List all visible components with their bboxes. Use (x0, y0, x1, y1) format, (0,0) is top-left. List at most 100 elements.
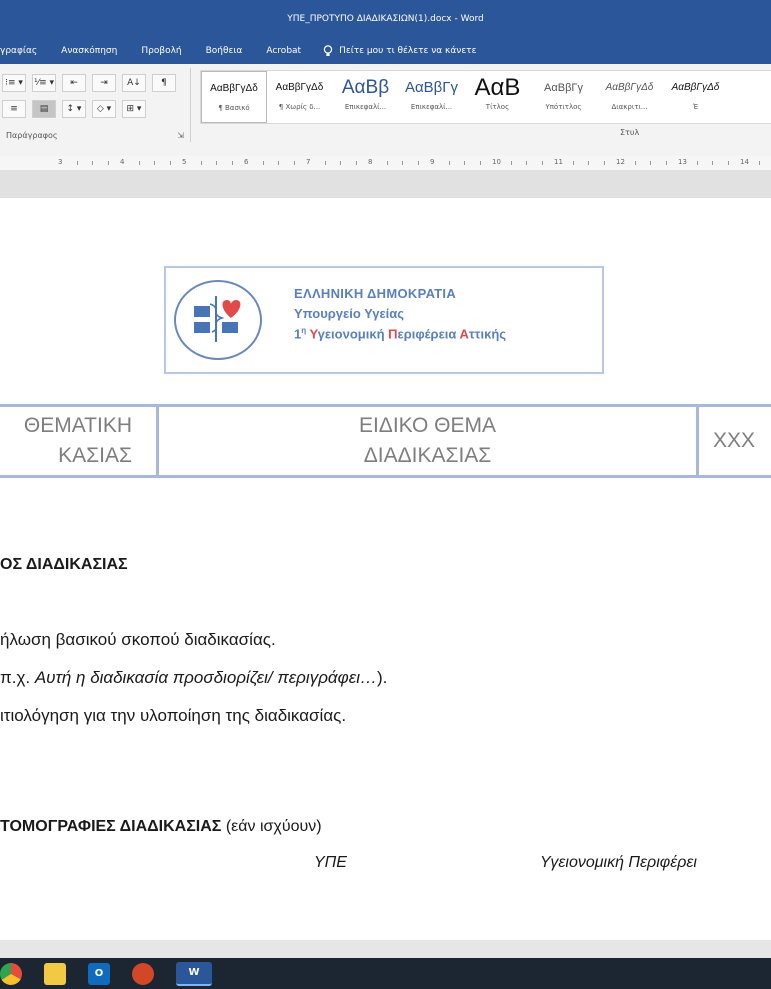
logo-word-region: εριφέρεια (397, 326, 460, 342)
word-icon[interactable]: W (176, 961, 212, 986)
style-preview: ΑαΒβΓγΔδ (671, 82, 720, 93)
logo-initial-y: Υ (309, 326, 318, 342)
numbering-button[interactable]: ⁝≡ ▾ (2, 74, 26, 92)
page-gap (0, 170, 771, 198)
logo-word-health: γειονομική (317, 326, 389, 342)
style-preview: ΑαΒβΓγΔδ (210, 83, 258, 94)
chrome-icon[interactable] (0, 962, 22, 985)
style-heading-1[interactable]: ΑαΒβ Επικεφαλί... (333, 71, 399, 123)
purpose-line-2-suffix: ). (376, 668, 388, 687)
ruler-tick (526, 161, 527, 165)
logo-region-sup: η (301, 326, 307, 335)
logo-line-ministry: Υπουργείο Υγείας (294, 306, 405, 321)
style-heading-2[interactable]: ΑαΒβΓγ Επικεφαλί... (399, 71, 465, 123)
style-no-spacing[interactable]: ΑαΒβΓγΔδ ¶ Χωρίς δ... (267, 71, 333, 123)
ruler-tick (727, 161, 729, 165)
ruler-number: 9 (430, 158, 435, 166)
ruler-number: 8 (368, 158, 373, 166)
window-title: ΥΠΕ_ΠΡΟΤΥΠΟ ΔΙΑΔΙΚΑΣΙΩΝ(1).docx - Word (287, 14, 484, 24)
paragraph-group: ⁝≡ ▾ ⅟≡ ▾ ⇤ ⇥ A↓ ¶ ≡ ▤ ↕ ▾ ◇ ▾ ⊞ ▾ Παράγ… (0, 68, 191, 142)
ruler-number: 11 (554, 158, 563, 166)
borders-button[interactable]: ⊞ ▾ (122, 100, 146, 118)
horizontal-ruler[interactable]: 3 4 5 6 7 8 9 10 11 12 13 14 (0, 156, 771, 171)
styles-group: ΑαΒβΓγΔδ ¶ Βασικό ΑαΒβΓγΔδ ¶ Χωρίς δ... … (200, 70, 771, 142)
ruler-tick (603, 161, 605, 165)
purpose-line-2: π.χ. Αυτή η διαδικασία προσδιορίζει/ περ… (0, 668, 387, 688)
ruler-number: 5 (182, 158, 187, 166)
taskbar: O W (0, 958, 771, 989)
style-name: Υπότιτλος (545, 103, 582, 111)
increase-indent-button[interactable]: ⇥ (92, 74, 116, 92)
style-name: Επικεφαλί... (410, 103, 453, 111)
file-explorer-icon[interactable] (44, 962, 66, 985)
status-area (0, 940, 771, 958)
ruler-tick (386, 161, 388, 165)
style-preview: ΑαΒβΓγΔδ (605, 82, 654, 93)
show-marks-button[interactable]: ¶ (152, 74, 176, 92)
style-normal[interactable]: ΑαΒβΓγΔδ ¶ Βασικό (201, 71, 267, 123)
header-cell-special-topic[interactable]: ΕΙΔΙΚΟ ΘΕΜΑ ΔΙΑΔΙΚΑΣΙΑΣ (159, 407, 699, 475)
ruler-tick (355, 161, 357, 165)
header-cell-code[interactable]: XXX (699, 407, 771, 475)
style-title[interactable]: ΑαΒ Τίτλος (465, 71, 531, 123)
paragraph-group-label: Παράγραφος (6, 131, 58, 140)
style-emphasis[interactable]: ΑαΒβΓγΔδ Έ (663, 71, 729, 123)
logo-word-attica: ττικής (468, 326, 507, 342)
header-cell-thematic[interactable]: ΘΕΜΑΤΙΚΗ ΚΑΣΙΑΣ (0, 407, 159, 475)
header-cell-code-text: XXX (713, 429, 756, 452)
ruler-tick (758, 161, 760, 165)
logo-line-republic: ΕΛΛΗΝΙΚΗ ΔΗΜΟΚΡΑΤΙΑ (294, 286, 457, 301)
justify-button[interactable]: ▤ (32, 100, 56, 118)
ruler-tick (169, 161, 171, 165)
ruler-tick (417, 161, 419, 165)
ruler-tick (293, 161, 295, 165)
ribbon: ⁝≡ ▾ ⅟≡ ▾ ⇤ ⇥ A↓ ¶ ≡ ▤ ↕ ▾ ◇ ▾ ⊞ ▾ Παράγ… (0, 64, 771, 157)
tell-me-search[interactable]: Πείτε μου τι θέλετε να κάνετε (313, 45, 476, 57)
tab-review[interactable]: Ανασκόπηση (49, 46, 129, 56)
ruler-tick (572, 161, 574, 165)
lightbulb-icon (323, 45, 333, 56)
style-subtle-emphasis[interactable]: ΑαΒβΓγΔδ Διακριτι... (597, 71, 663, 123)
ruler-tick (340, 161, 341, 165)
paragraph-tools-row2: ≡ ▤ ↕ ▾ ◇ ▾ ⊞ ▾ (2, 100, 146, 118)
ruler-tick (665, 161, 667, 165)
shading-button[interactable]: ◇ ▾ (92, 100, 116, 118)
ruler-tick (154, 161, 155, 165)
paragraph-dialog-launcher-icon[interactable]: ⇲ (177, 131, 184, 140)
tab-acrobat[interactable]: Acrobat (254, 46, 313, 56)
ruler-number: 3 (58, 158, 63, 166)
style-subtitle[interactable]: ΑαΒβΓγ Υπότιτλος (531, 71, 597, 123)
decrease-indent-button[interactable]: ⇤ (62, 74, 86, 92)
ruler-number: 7 (306, 158, 311, 166)
ruler-tick (464, 161, 465, 165)
multilevel-list-button[interactable]: ⅟≡ ▾ (32, 74, 56, 92)
style-preview: ΑαΒβ (341, 77, 390, 98)
tab-references[interactable]: γραφίας (0, 46, 49, 56)
header-cell-special-line1: ΕΙΔΙΚΟ ΘΕΜΑ (358, 414, 497, 437)
org-structures-heading-bold: ΤΟΜΟΓΡΑΦΙΕΣ ΔΙΑΔΙΚΑΣΙΑΣ (0, 818, 222, 835)
column-health-region: Υγειονομική Περιφέρει (540, 854, 697, 871)
style-name: Τίτλος (485, 103, 510, 111)
outlook-icon[interactable]: O (88, 962, 110, 985)
ruler-tick (541, 161, 543, 165)
logo-line-region: 1η Υγειονομική Περιφέρεια Αττικής (294, 326, 506, 341)
ruler-tick (712, 161, 713, 165)
style-name: ¶ Βασικό (218, 104, 250, 112)
purpose-line-3: ιτιολόγηση για την υλοποίηση της διαδικα… (0, 706, 347, 725)
tab-view[interactable]: Προβολή (129, 46, 193, 56)
document-page[interactable]: ΕΛΛΗΝΙΚΗ ΔΗΜΟΚΡΑΤΙΑ Υπουργείο Υγείας 1η … (0, 198, 771, 940)
style-name: Διακριτι... (611, 103, 648, 111)
style-preview: ΑαΒ (474, 77, 521, 99)
line-spacing-button[interactable]: ↕ ▾ (62, 100, 86, 118)
sort-button[interactable]: A↓ (122, 74, 146, 92)
align-left-button[interactable]: ≡ (2, 100, 26, 118)
ruler-number: 10 (492, 158, 501, 166)
ruler-tick (510, 161, 512, 165)
logo-box: ΕΛΛΗΝΙΚΗ ΔΗΜΟΚΡΑΤΙΑ Υπουργείο Υγείας 1η … (164, 266, 604, 374)
ruler-tick (200, 161, 202, 165)
ruler-tick (634, 161, 636, 165)
powerpoint-icon[interactable] (132, 962, 154, 985)
tab-help[interactable]: Βοήθεια (194, 46, 255, 56)
ruler-tick (448, 161, 450, 165)
header-cell-thematic-line2: ΚΑΣΙΑΣ (58, 444, 132, 467)
